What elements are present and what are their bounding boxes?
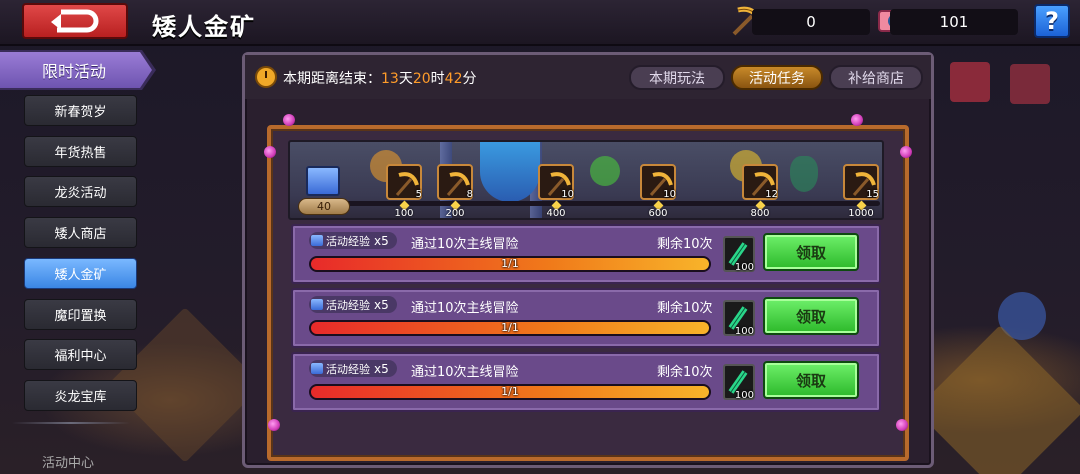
claim-button[interactable]: 领取	[763, 233, 859, 271]
sidebar-heading: 限时活动	[0, 52, 152, 88]
track-reward-pickaxe[interactable]: 10	[640, 164, 676, 200]
sidebar-item-seal-exchange[interactable]: 魔印置换	[24, 299, 137, 330]
sidebar-item-new-year-sale[interactable]: 年货热售	[24, 136, 137, 167]
track-reward-qty: 15	[866, 189, 879, 200]
task-reward-item[interactable]: 100	[723, 364, 755, 401]
task-description: 通过10次主线冒险	[411, 237, 519, 252]
task-exp-tag: 活动经验 x5	[309, 360, 397, 377]
track-reward-pickaxe[interactable]: 15	[843, 164, 879, 200]
sidebar-item-new-year[interactable]: 新春贺岁	[24, 95, 137, 126]
milestone-label: 1000	[848, 208, 874, 219]
track-reward-pickaxe[interactable]: 10	[538, 164, 574, 200]
exp-book-icon	[311, 363, 323, 374]
track-reward-pickaxe[interactable]: 5	[386, 164, 422, 200]
frame-gem	[900, 146, 912, 158]
claim-button[interactable]: 领取	[763, 297, 859, 335]
task-row: 活动经验 x5 通过10次主线冒险 剩余10次 1/1 100 领取	[291, 352, 881, 412]
claim-button[interactable]: 领取	[763, 361, 859, 399]
top-bar: 矮人金矿 0 101 ?	[0, 0, 1080, 46]
back-arrow-icon	[51, 9, 99, 33]
task-progress-bar: 1/1	[309, 256, 711, 272]
task-progress-text: 1/1	[501, 385, 519, 398]
track-reward-qty: 12	[765, 189, 778, 200]
sidebar-more-label: 活动中心	[42, 456, 95, 471]
sidebar-item-dragon-flame[interactable]: 龙炎活动	[24, 176, 137, 207]
milestone-label: 800	[750, 208, 770, 219]
reward-track	[288, 140, 884, 220]
task-reward-item[interactable]: 100	[723, 300, 755, 337]
sidebar-divider	[12, 422, 130, 424]
track-reward-qty: 8	[466, 189, 473, 200]
task-reward-item[interactable]: 100	[723, 236, 755, 273]
back-button[interactable]	[22, 3, 128, 39]
sidebar-item-dwarf-shop[interactable]: 矮人商店	[24, 217, 137, 248]
task-reward-qty: 100	[734, 262, 754, 273]
event-level-badge: 40	[298, 198, 350, 215]
task-reward-qty: 100	[734, 390, 754, 401]
task-row: 活动经验 x5 通过10次主线冒险 剩余10次 1/1 100 领取	[291, 288, 881, 348]
task-exp-tag: 活动经验 x5	[309, 296, 397, 313]
clock-icon	[255, 66, 277, 88]
panel-header: 本期距离结束：13天20时42分 本期玩法 活动任务 补给商店	[245, 55, 931, 99]
task-remaining: 剩余10次	[657, 365, 713, 380]
frame-gem	[268, 419, 280, 431]
task-progress-bar: 1/1	[309, 384, 711, 400]
milestone-label: 600	[648, 208, 668, 219]
task-description: 通过10次主线冒险	[411, 301, 519, 316]
track-window	[480, 142, 540, 202]
task-description: 通过10次主线冒险	[411, 365, 519, 380]
sidebar-more-section[interactable]: 活动中心	[42, 448, 122, 474]
milestone-label: 400	[546, 208, 566, 219]
page-title: 矮人金矿	[152, 13, 256, 41]
exp-book-icon	[311, 235, 323, 246]
milestone-label: 100	[394, 208, 414, 219]
track-reward-pickaxe[interactable]: 8	[437, 164, 473, 200]
gem-count: 101	[890, 9, 1018, 35]
background-emblem	[915, 325, 1080, 474]
countdown-timer: 本期距离结束：13天20时42分	[283, 71, 477, 87]
background-lantern	[950, 62, 990, 102]
tab-gameplay[interactable]: 本期玩法	[629, 65, 725, 90]
frame-gem	[896, 419, 908, 431]
track-reward-pickaxe[interactable]: 12	[742, 164, 778, 200]
task-progress-text: 1/1	[501, 321, 519, 334]
tab-supply-shop[interactable]: 补给商店	[829, 65, 923, 90]
task-exp-tag: 活动经验 x5	[309, 232, 397, 249]
help-button[interactable]: ?	[1034, 4, 1070, 38]
task-progress-text: 1/1	[501, 257, 519, 270]
milestone-label: 200	[445, 208, 465, 219]
track-potion-deco	[790, 156, 818, 192]
tab-event-tasks[interactable]: 活动任务	[731, 65, 823, 90]
track-reward-qty: 10	[663, 189, 676, 200]
sidebar-item-dragon-vault[interactable]: 炎龙宝库	[24, 380, 137, 411]
pickaxe-count: 0	[752, 9, 870, 35]
event-exp-book-icon	[306, 166, 340, 196]
sidebar-item-dwarf-mine[interactable]: 矮人金矿	[24, 258, 137, 289]
background-lantern	[1010, 64, 1050, 104]
task-row: 活动经验 x5 通过10次主线冒险 剩余10次 1/1 100 领取	[291, 224, 881, 284]
track-progress-bar	[300, 201, 880, 206]
task-remaining: 剩余10次	[657, 237, 713, 252]
track-reward-qty: 10	[561, 189, 574, 200]
frame-gem	[851, 114, 863, 126]
track-reward-qty: 5	[415, 189, 422, 200]
exp-book-icon	[311, 299, 323, 310]
task-reward-qty: 100	[734, 326, 754, 337]
frame-gem	[264, 146, 276, 158]
task-remaining: 剩余10次	[657, 301, 713, 316]
frame-gem	[283, 114, 295, 126]
task-progress-bar: 1/1	[309, 320, 711, 336]
track-potion-deco	[590, 156, 620, 186]
sidebar-item-welfare[interactable]: 福利中心	[24, 339, 137, 370]
